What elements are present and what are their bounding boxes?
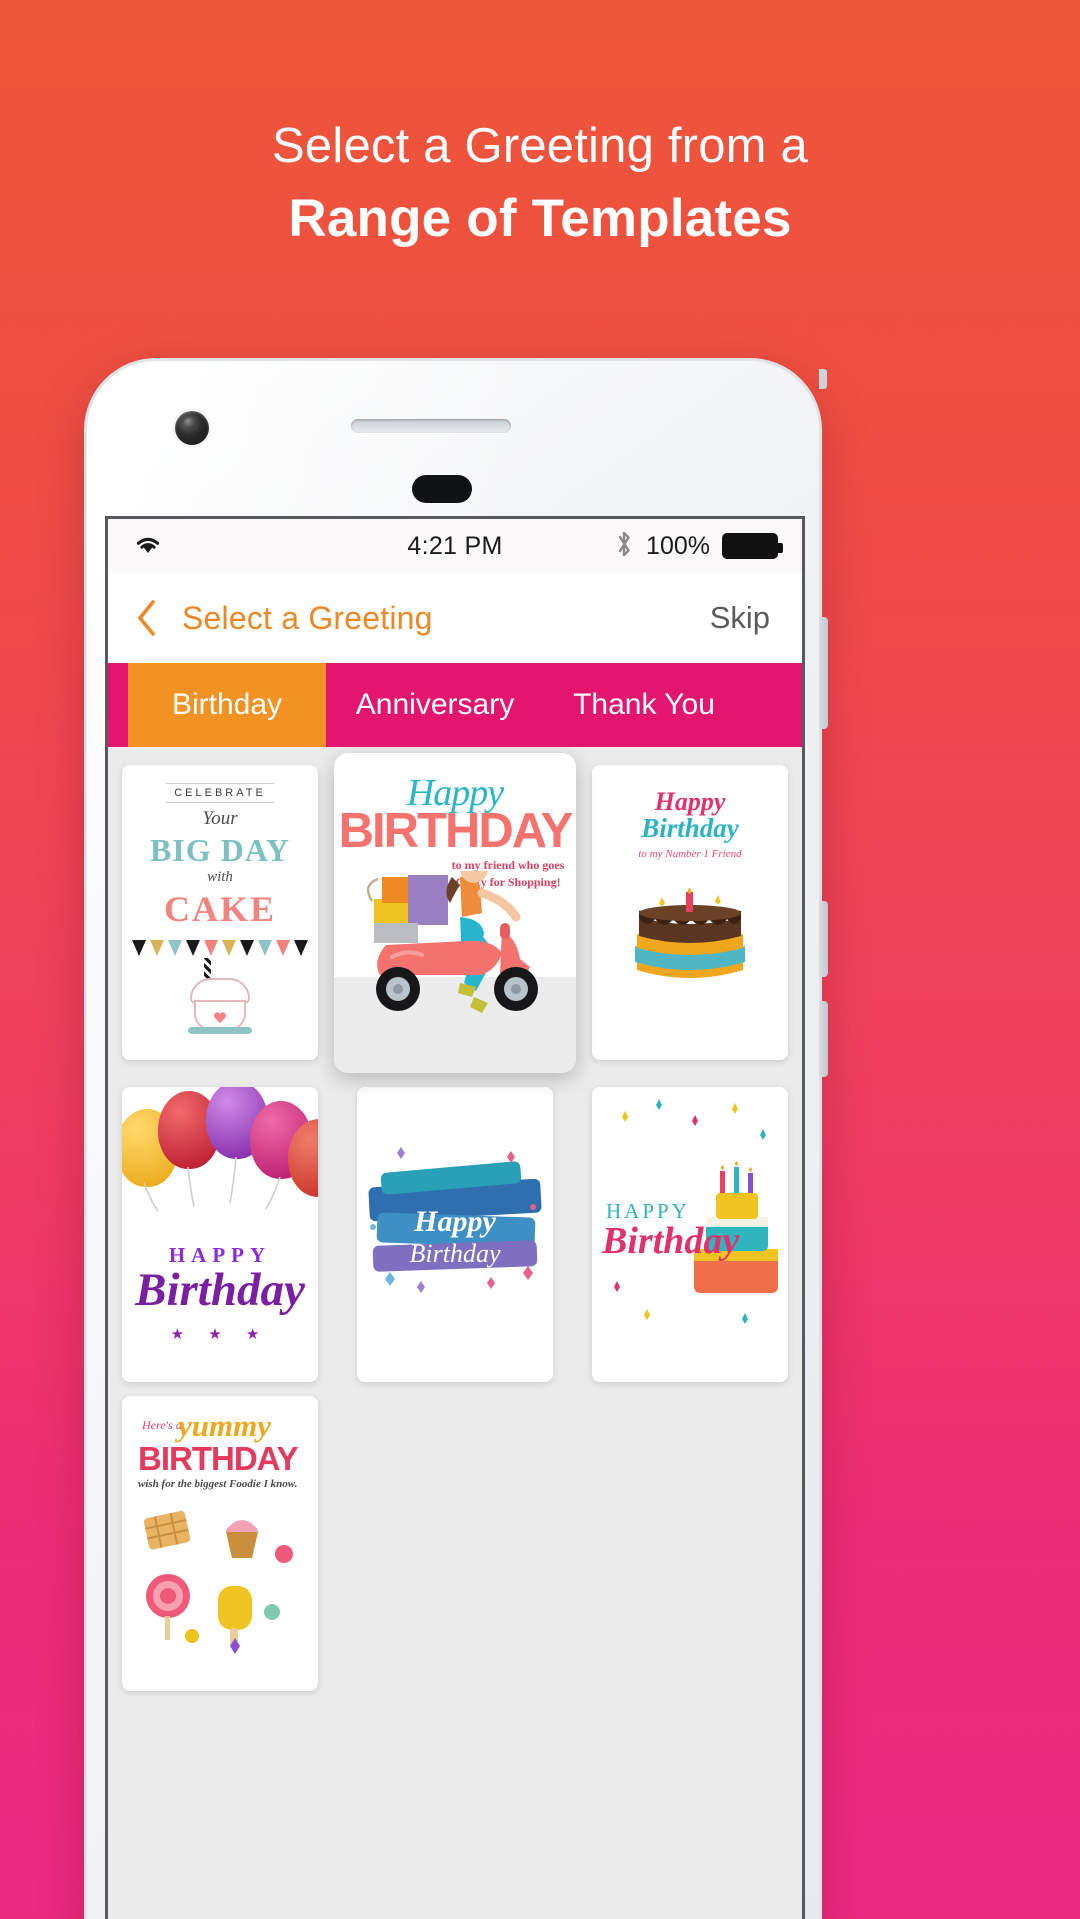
phone-mockup: 4:21 PM 100% Select a Greeting Skip Birt… [84, 358, 828, 1919]
card7-yummy-text: yummy [178, 1408, 271, 1443]
template-card-tiered-cake[interactable]: HAPPY Birthday [592, 1087, 788, 1382]
template-card-yummy-foodie[interactable]: Here's a yummy BIRTHDAY wish for the big… [122, 1396, 318, 1691]
promo-headline: Select a Greeting from a Range of Templa… [0, 110, 1080, 256]
card3-subtitle: to my Number 1 Friend [638, 848, 742, 860]
balloons-illustration [122, 1087, 318, 1215]
category-tab-bar: Birthday Anniversary Thank You [108, 663, 802, 747]
card5-happy-text: Happy [414, 1205, 496, 1238]
card1-your-text: Your [202, 808, 238, 829]
battery-full-icon [722, 533, 783, 559]
template-grid: CELEBRATE Your BIG DAY with CAKE Happy B… [108, 747, 802, 1919]
back-chevron-icon[interactable] [134, 598, 160, 638]
card4-stars: ★ ★ ★ [170, 1326, 270, 1343]
tab-anniversary[interactable]: Anniversary [326, 663, 544, 747]
card1-with-text: with [207, 869, 233, 885]
card2-birthday-text: BIRTHDAY [338, 804, 574, 858]
promo-headline-line-2: Range of Templates [288, 189, 792, 248]
card5-birthday-text: Birthday [409, 1239, 501, 1268]
card7-here-text: Here's a [142, 1418, 182, 1432]
card-content: Happy Birthday to my Number 1 Friend [592, 765, 788, 1060]
tab-birthday[interactable]: Birthday [128, 663, 326, 747]
volume-down-button[interactable] [819, 1001, 828, 1077]
card1-cake-text: CAKE [163, 889, 276, 929]
card-content: CELEBRATE Your BIG DAY with CAKE [122, 765, 318, 1060]
earpiece-speaker [351, 419, 511, 433]
bunting-flags-icon [132, 940, 308, 956]
card6-birthday-text: Birthday [602, 1220, 740, 1262]
template-card-celebrate-big-day[interactable]: CELEBRATE Your BIG DAY with CAKE [122, 765, 318, 1060]
sweets-illustration [143, 1510, 293, 1654]
mute-switch[interactable] [819, 369, 827, 389]
status-bar-right-cluster: 100% [614, 529, 783, 564]
tab-birthday-label: Birthday [171, 688, 283, 721]
template-card-balloons[interactable]: HAPPY Birthday ★ ★ ★ [122, 1087, 318, 1382]
wifi-icon [132, 532, 164, 561]
template-row-1: CELEBRATE Your BIG DAY with CAKE Happy B… [122, 753, 788, 1073]
scooter-girl-illustration [366, 871, 538, 1013]
power-button[interactable] [819, 617, 828, 729]
status-bar: 4:21 PM 100% [108, 519, 802, 573]
card3-birthday-text: Birthday [641, 813, 739, 843]
cupcake-icon [184, 958, 256, 1034]
template-row-2: HAPPY Birthday ★ ★ ★ Happy Birthday HAPP… [122, 1087, 788, 1382]
card1-banner-text: CELEBRATE [166, 783, 274, 803]
volume-up-button[interactable] [819, 901, 828, 977]
sensor-dot [412, 475, 472, 503]
skip-button[interactable]: Skip [710, 600, 776, 636]
phone-screen: 4:21 PM 100% Select a Greeting Skip Birt… [105, 516, 805, 1919]
template-card-brush-strokes[interactable]: Happy Birthday [357, 1087, 553, 1382]
template-row-3: Here's a yummy BIRTHDAY wish for the big… [122, 1396, 788, 1691]
tab-thank-you[interactable]: Thank You [544, 663, 744, 747]
bluetooth-icon [614, 529, 634, 564]
front-camera [175, 411, 209, 445]
tab-thank-you-label: Thank You [573, 688, 715, 721]
promo-headline-line-1: Select a Greeting from a [272, 119, 808, 173]
chocolate-cake-icon [635, 888, 745, 978]
template-card-number-one-friend[interactable]: Happy Birthday to my Number 1 Friend [592, 765, 788, 1060]
card4-birthday-text: Birthday [135, 1264, 305, 1316]
app-nav-bar: Select a Greeting Skip [108, 573, 802, 663]
page-title: Select a Greeting [182, 599, 433, 636]
battery-level-fill [725, 536, 775, 556]
card7-wish-text: wish for the biggest Foodie I know. [138, 1478, 298, 1490]
battery-percentage-label: 100% [646, 531, 710, 560]
tab-anniversary-label: Anniversary [355, 688, 515, 721]
template-card-shopping-scooter[interactable]: Happy BIRTHDAY to my friend who goes Cra… [334, 753, 576, 1073]
card1-bigday-text: BIG DAY [149, 832, 291, 868]
card7-birthday-text: BIRTHDAY [138, 1440, 298, 1477]
